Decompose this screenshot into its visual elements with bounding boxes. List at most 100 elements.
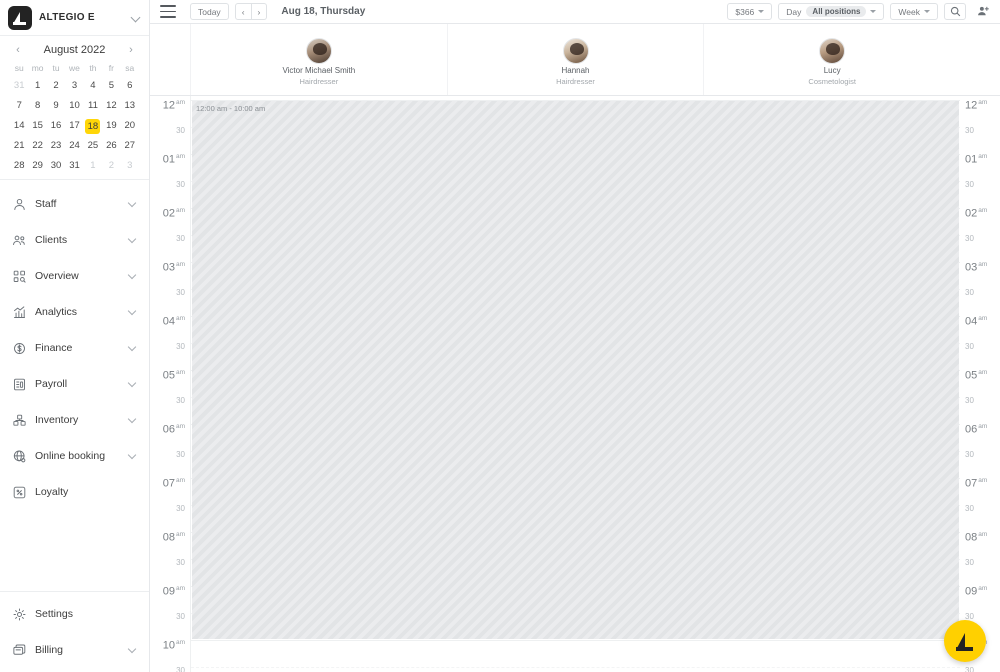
time-label-hour: 01am (162, 153, 185, 166)
chevron-down-icon[interactable] (129, 452, 137, 460)
calendar-next-icon[interactable]: › (125, 44, 137, 56)
dollar-circle-icon (12, 341, 27, 356)
chevron-down-icon[interactable] (129, 308, 137, 316)
search-button[interactable] (944, 3, 966, 20)
sidebar: ALTEGIO E ‹ August 2022 › su mo tu we th fr sa… (0, 0, 150, 672)
sidebar-item-payroll[interactable]: Payroll (0, 366, 149, 402)
calendar-day[interactable]: 21 (10, 139, 28, 153)
calendar-day[interactable]: 12 (102, 99, 120, 113)
time-label-hour: 04am (162, 315, 185, 328)
calendar-day[interactable]: 31 (10, 79, 28, 93)
staff-column-header[interactable]: Victor Michael Smith Hairdresser (190, 24, 447, 95)
calendar-day[interactable]: 17 (65, 119, 83, 133)
calendar-day[interactable]: 24 (65, 139, 83, 153)
grid-line (191, 640, 960, 641)
calendar-day[interactable]: 9 (47, 99, 65, 113)
calendar-day-selected[interactable]: 18 (84, 119, 102, 134)
mini-calendar: ‹ August 2022 › su mo tu we th fr sa 31 1 2 3 4 5 6 7 8… (0, 36, 149, 180)
today-button[interactable]: Today (190, 3, 229, 20)
calendar-day[interactable]: 25 (84, 139, 102, 153)
calendar-day[interactable]: 2 (47, 79, 65, 93)
sidebar-nav-bottom: Settings Billing (0, 596, 149, 672)
time-label-half: 30 (176, 558, 185, 567)
sidebar-item-loyalty[interactable]: Loyalty (0, 474, 149, 510)
time-label-half: 30 (965, 342, 974, 351)
calendar-day[interactable]: 23 (47, 139, 65, 153)
time-label-hour: 03am (965, 261, 988, 274)
amount-dropdown[interactable]: $366 (727, 3, 773, 20)
chevron-down-icon[interactable] (129, 380, 137, 388)
sidebar-item-overview[interactable]: Overview (0, 258, 149, 294)
sidebar-item-label: Finance (35, 342, 73, 354)
calendar-day[interactable]: 20 (121, 119, 139, 133)
sidebar-item-billing[interactable]: Billing (0, 632, 149, 668)
time-label-hour: 01am (965, 153, 988, 166)
time-label-half: 30 (965, 396, 974, 405)
calendar-day[interactable]: 26 (102, 139, 120, 153)
sidebar-item-inventory[interactable]: Inventory (0, 402, 149, 438)
altegio-logo-icon (8, 5, 32, 30)
calendar-day[interactable]: 6 (121, 79, 139, 93)
prev-day-button[interactable]: ‹ (234, 3, 252, 20)
sidebar-item-staff[interactable]: Staff (0, 186, 149, 222)
sidebar-item-settings[interactable]: Settings (0, 596, 149, 632)
brand-name: ALTEGIO E (39, 12, 95, 23)
altegio-fab-button[interactable] (944, 620, 986, 662)
brand-header[interactable]: ALTEGIO E (0, 0, 149, 36)
calendar-day[interactable]: 2 (102, 159, 120, 173)
calendar-day[interactable]: 5 (102, 79, 120, 93)
chevron-down-icon[interactable] (129, 344, 137, 352)
calendar-day[interactable]: 13 (121, 99, 139, 113)
percent-icon (12, 485, 27, 500)
calendar-day[interactable]: 28 (10, 159, 28, 173)
staff-column-header[interactable]: Hannah Hairdresser (446, 24, 704, 95)
sidebar-item-analytics[interactable]: Analytics (0, 294, 149, 330)
calendar-day[interactable]: 15 (28, 119, 46, 133)
schedule-grid: 12am 30 01am 30 02am 30 03am 30 04am 30 05am 30 06am… (150, 96, 1000, 672)
hamburger-icon[interactable] (160, 5, 176, 18)
chevron-down-icon[interactable] (129, 272, 137, 280)
calendar-day[interactable]: 10 (65, 99, 83, 113)
calendar-day[interactable]: 8 (28, 99, 46, 113)
chart-icon (14, 305, 25, 318)
calendar-day[interactable]: 1 (84, 159, 102, 173)
user-icon (14, 198, 25, 210)
percent-icon (13, 486, 26, 498)
chevron-down-icon[interactable] (132, 13, 141, 22)
blocked-time-range[interactable]: 12:00 am - 10:00 am (192, 101, 959, 639)
staff-role: Hairdresser (299, 76, 339, 86)
calendar-prev-icon[interactable]: ‹ (12, 44, 24, 56)
next-day-button[interactable]: › (251, 3, 268, 20)
chevron-down-icon[interactable] (129, 416, 137, 424)
calendar-day[interactable]: 11 (84, 99, 102, 113)
add-user-button[interactable] (972, 3, 994, 20)
calendar-day[interactable]: 3 (121, 159, 139, 173)
calendar-day[interactable]: 16 (47, 119, 65, 133)
sidebar-item-online-booking[interactable]: Online booking (0, 438, 149, 474)
globe-icon (13, 450, 26, 462)
positions-pill: All positions (806, 6, 867, 17)
calendar-day[interactable]: 7 (10, 99, 28, 113)
time-label-half: 30 (965, 558, 974, 567)
calendar-day[interactable]: 27 (121, 139, 139, 153)
chevron-down-icon[interactable] (129, 200, 137, 208)
calendar-day[interactable]: 29 (28, 159, 46, 173)
positions-dropdown[interactable]: Day All positions (778, 3, 885, 20)
calendar-day[interactable]: 22 (28, 139, 46, 153)
chevron-down-icon[interactable] (129, 236, 137, 244)
sidebar-item-clients[interactable]: Clients (0, 222, 149, 258)
calendar-day[interactable]: 19 (102, 119, 120, 133)
calendar-day[interactable]: 14 (10, 119, 28, 133)
staff-column-header[interactable]: Lucy Cosmetologist (703, 24, 960, 95)
day-column[interactable]: 12:00 am - 10:00 am (190, 96, 960, 672)
chevron-down-icon[interactable] (129, 646, 137, 654)
sidebar-item-finance[interactable]: Finance (0, 330, 149, 366)
staff-role: Cosmetologist (808, 76, 856, 86)
calendar-day[interactable]: 1 (28, 79, 46, 93)
calendar-day[interactable]: 3 (65, 79, 83, 93)
time-axis-right: 12am 30 01am 30 02am 30 03am 30 04am 30 05am 30 06am… (960, 96, 1000, 672)
calendar-day[interactable]: 4 (84, 79, 102, 93)
calendar-day[interactable]: 31 (65, 159, 83, 173)
calendar-day[interactable]: 30 (47, 159, 65, 173)
range-dropdown[interactable]: Week (890, 3, 938, 20)
